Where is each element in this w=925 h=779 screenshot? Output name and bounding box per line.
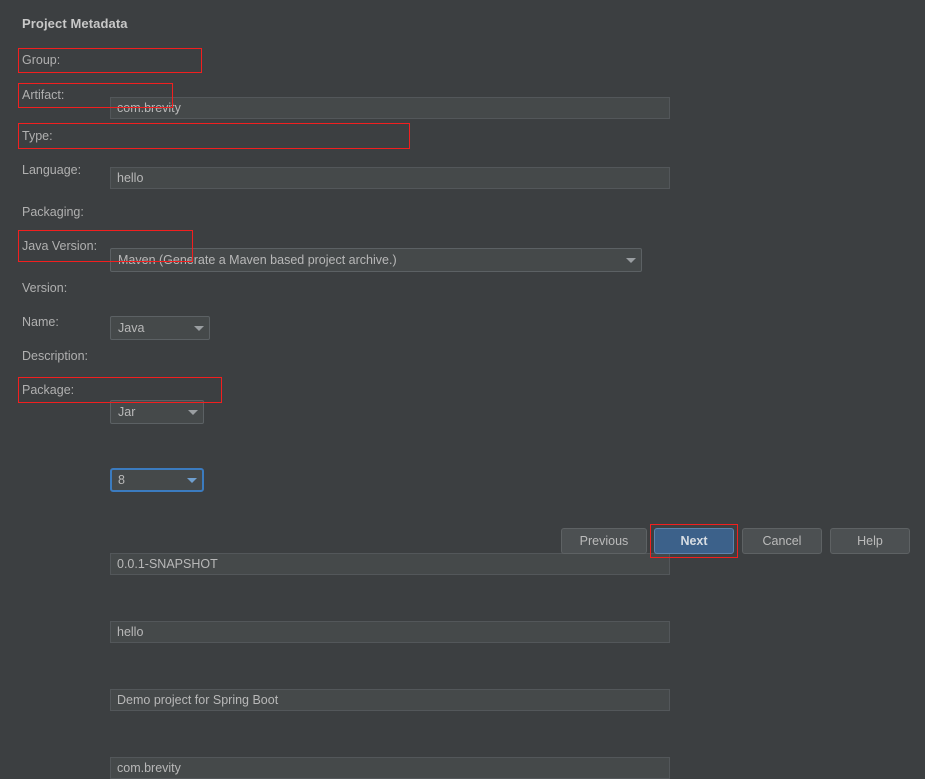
dialog-button-bar: Previous Next Cancel Help xyxy=(0,524,925,568)
label-package: Package: xyxy=(22,383,75,397)
label-type: Type: xyxy=(22,129,53,143)
label-description: Description: xyxy=(22,349,88,363)
chevron-down-icon xyxy=(182,477,202,483)
group-input[interactable] xyxy=(110,97,670,119)
language-combobox-value: Java xyxy=(118,321,145,335)
label-language: Language: xyxy=(22,163,82,177)
packaging-combobox[interactable]: Jar xyxy=(110,400,204,424)
label-java-version: Java Version: xyxy=(22,239,98,253)
label-artifact: Artifact: xyxy=(22,88,65,102)
type-combobox[interactable]: Maven (Generate a Maven based project ar… xyxy=(110,248,642,272)
label-group: Group: xyxy=(22,53,61,67)
chevron-down-icon xyxy=(189,325,209,331)
label-version: Version: xyxy=(22,281,68,295)
artifact-input[interactable] xyxy=(110,167,670,189)
label-packaging: Packaging: xyxy=(22,205,84,219)
packaging-combobox-value: Jar xyxy=(118,405,136,419)
description-input[interactable] xyxy=(110,689,670,711)
name-input[interactable] xyxy=(110,621,670,643)
annotation-type xyxy=(18,123,410,149)
previous-button[interactable]: Previous xyxy=(561,528,647,554)
label-name: Name: xyxy=(22,315,59,329)
type-combobox-value: Maven (Generate a Maven based project ar… xyxy=(118,253,397,267)
language-combobox[interactable]: Java xyxy=(110,316,210,340)
package-input[interactable] xyxy=(110,757,670,779)
chevron-down-icon xyxy=(621,257,641,263)
chevron-down-icon xyxy=(183,409,203,415)
help-button[interactable]: Help xyxy=(830,528,910,554)
java-version-combobox[interactable]: 8 xyxy=(110,468,204,492)
next-button[interactable]: Next xyxy=(654,528,734,554)
project-metadata-form: Group: Artifact: Type: Maven (Generate a… xyxy=(0,0,925,779)
cancel-button[interactable]: Cancel xyxy=(742,528,822,554)
java-version-combobox-value: 8 xyxy=(118,473,125,487)
